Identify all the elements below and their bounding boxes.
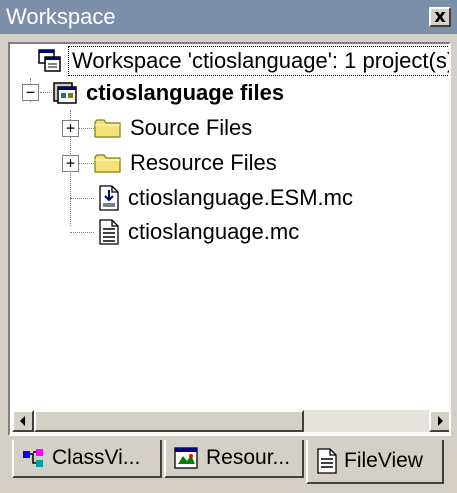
folder-icon [94,152,122,174]
close-icon: x [434,6,446,27]
tab-resource-view[interactable]: Resour... [164,440,304,478]
tree-connector [40,92,52,93]
project-icon [52,80,78,106]
expand-toggle[interactable]: + [62,120,79,137]
tree-item-mc-file[interactable]: ctioslanguage.mc [98,215,299,249]
tree-item-resource-files[interactable]: Resource Files [94,146,277,180]
tree-item-project[interactable]: ctioslanguage files [52,76,284,110]
resource-view-icon [174,446,200,470]
arrow-right-icon [438,416,443,426]
tree-project-label: ctioslanguage files [86,80,285,105]
tree-item-label: Source Files [130,115,253,140]
tree-item-source-files[interactable]: Source Files [94,111,252,145]
tree-item-esm-file[interactable]: ctioslanguage.ESM.mc [98,181,353,215]
scroll-thumb[interactable] [34,410,304,432]
scroll-right-button[interactable] [429,410,449,432]
tree-root-label: Workspace 'ctioslanguage': 1 project(s) [68,46,449,76]
expand-toggle[interactable]: + [62,155,79,172]
folder-icon [94,117,122,139]
tree-item-label: ctioslanguage.mc [128,219,300,244]
view-tabs: ClassVi... Resour... FileView [0,440,457,493]
tree-item-label: Resource Files [130,150,277,175]
tree-connector [78,128,94,129]
panel-title-bar: Workspace x [0,0,457,34]
arrow-left-icon [20,416,25,426]
scroll-left-button[interactable] [12,410,34,432]
horizontal-scrollbar[interactable] [12,410,449,432]
panel-title: Workspace [6,4,116,29]
tab-label: ClassVi... [52,446,141,469]
workspace-tree[interactable]: Workspace 'ctioslanguage': 1 project(s) … [8,42,451,436]
tab-class-view[interactable]: ClassVi... [12,440,162,478]
workspace-icon [38,49,62,73]
tab-label: FileView [344,449,423,472]
tree-connector [70,198,94,199]
class-view-icon [22,448,46,468]
tree-root-workspace[interactable]: Workspace 'ctioslanguage': 1 project(s) [38,44,449,78]
text-file-icon [98,219,120,245]
close-button[interactable]: x [429,7,451,27]
collapse-toggle[interactable]: − [22,84,39,101]
tree-connector [70,232,94,233]
tab-file-view[interactable]: FileView [306,440,444,484]
tab-label: Resour... [206,446,291,469]
tree-item-label: ctioslanguage.ESM.mc [128,185,353,210]
file-view-icon [316,448,338,474]
tree-connector [78,163,94,164]
message-file-icon [98,185,120,211]
